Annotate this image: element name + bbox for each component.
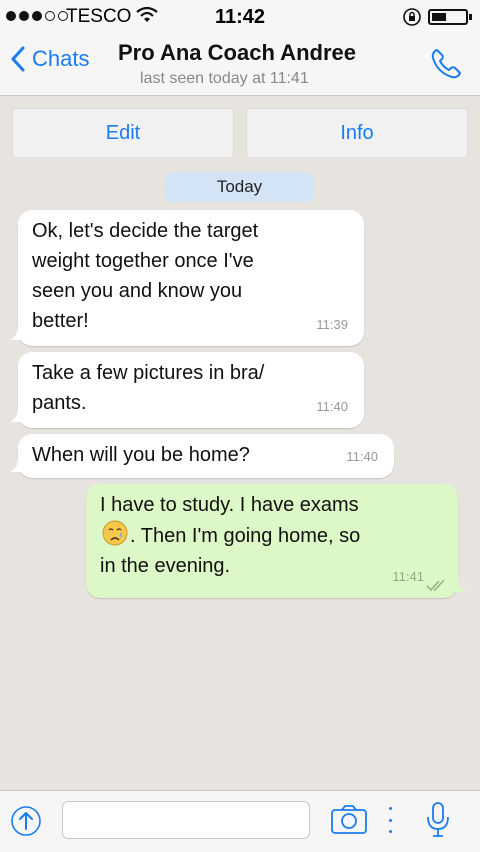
message-text-line: Take a few pictures in bra/ bbox=[32, 362, 265, 384]
message-text-line: better! bbox=[32, 310, 89, 332]
message-text-line: weight together once I've bbox=[32, 250, 254, 272]
bubble-tail bbox=[10, 458, 24, 472]
incoming-message[interactable]: Take a few pictures in bra/ pants. 11:40 bbox=[10, 352, 364, 428]
message-time: 11:39 bbox=[316, 317, 348, 332]
upload-arrow-icon[interactable] bbox=[10, 805, 42, 837]
phone-call-icon[interactable] bbox=[428, 46, 464, 82]
date-separator: Today bbox=[165, 172, 314, 202]
message-text-line: When will you be home? bbox=[32, 444, 250, 466]
battery-icon bbox=[428, 9, 472, 25]
back-label: Chats bbox=[32, 46, 90, 71]
contact-name[interactable]: Pro Ana Coach Andree bbox=[118, 40, 356, 66]
bubble-tail bbox=[10, 408, 24, 422]
info-button[interactable]: Info bbox=[246, 108, 468, 158]
message-text-line: I have to study. I have exams bbox=[100, 494, 359, 516]
incoming-message[interactable]: When will you be home? 11:40 bbox=[10, 434, 394, 478]
message-text-line: pants. bbox=[32, 392, 87, 414]
camera-icon[interactable] bbox=[330, 803, 368, 835]
last-seen-status: last seen today at 11:41 bbox=[140, 70, 309, 87]
crying-face-emoji bbox=[102, 520, 128, 546]
action-row: Edit Info bbox=[0, 108, 480, 160]
message-time: 11:40 bbox=[346, 449, 378, 464]
edit-button[interactable]: Edit bbox=[12, 108, 234, 158]
composer-bar bbox=[0, 790, 480, 852]
back-button[interactable]: Chats bbox=[10, 46, 89, 72]
message-text-line: seen you and know you bbox=[32, 280, 243, 302]
chat-header: Chats Pro Ana Coach Andree last seen tod… bbox=[0, 34, 480, 96]
divider-dots bbox=[388, 807, 392, 833]
message-input[interactable] bbox=[62, 801, 310, 839]
back-chevron-icon bbox=[11, 46, 25, 72]
read-ticks-icon bbox=[426, 579, 445, 592]
message-text-fragment: . Then I'm going home, so bbox=[130, 525, 361, 547]
bubble-tail bbox=[10, 326, 24, 340]
message-text-line: Ok, let's decide the target bbox=[32, 220, 259, 242]
incoming-message[interactable]: Ok, let's decide the target weight toget… bbox=[10, 210, 364, 346]
rotation-lock-icon bbox=[403, 8, 421, 26]
message-time: 11:41 bbox=[392, 569, 424, 584]
bubble-tail bbox=[452, 578, 466, 592]
message-time: 11:40 bbox=[316, 399, 348, 414]
microphone-icon[interactable] bbox=[424, 801, 452, 839]
status-bar: TESCO 11:42 bbox=[0, 0, 480, 34]
outgoing-message[interactable]: I have to study. I have exams . Then I'm… bbox=[86, 484, 466, 598]
